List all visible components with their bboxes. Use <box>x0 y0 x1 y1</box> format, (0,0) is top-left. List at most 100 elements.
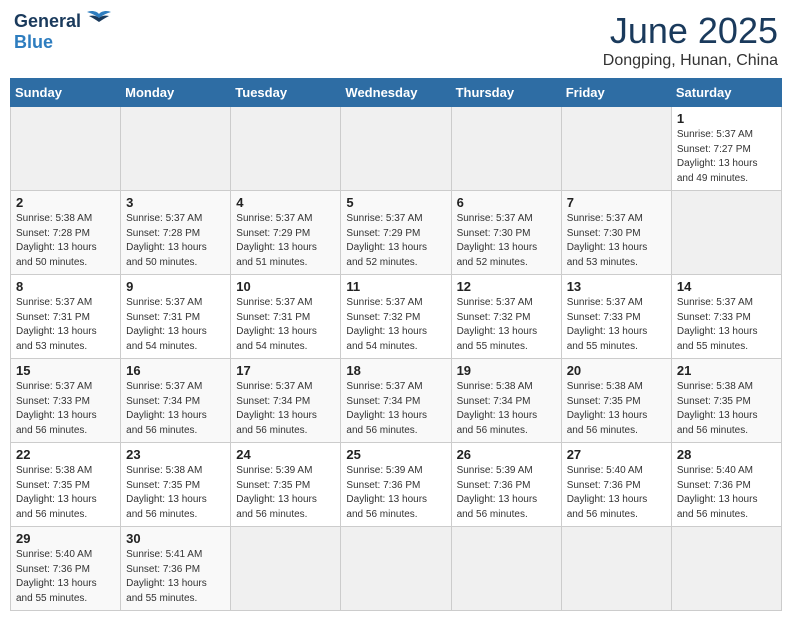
calendar-day-cell <box>231 527 341 611</box>
calendar-day-cell <box>121 107 231 191</box>
day-number: 11 <box>346 279 445 294</box>
calendar-day-cell: 28Sunrise: 5:40 AMSunset: 7:36 PMDayligh… <box>671 443 781 527</box>
day-number: 17 <box>236 363 335 378</box>
calendar-day-cell: 14Sunrise: 5:37 AMSunset: 7:33 PMDayligh… <box>671 275 781 359</box>
day-number: 8 <box>16 279 115 294</box>
day-info: Sunrise: 5:37 AMSunset: 7:29 PMDaylight:… <box>346 212 445 270</box>
day-info: Sunrise: 5:38 AMSunset: 7:28 PMDaylight:… <box>16 212 115 270</box>
day-number: 9 <box>126 279 225 294</box>
day-info: Sunrise: 5:38 AMSunset: 7:35 PMDaylight:… <box>567 380 666 438</box>
day-info: Sunrise: 5:37 AMSunset: 7:28 PMDaylight:… <box>126 212 225 270</box>
calendar-day-cell: 10Sunrise: 5:37 AMSunset: 7:31 PMDayligh… <box>231 275 341 359</box>
calendar-day-cell: 1 Sunrise: 5:37 AMSunset: 7:27 PMDaylight… <box>671 107 781 191</box>
calendar-day-cell: 24Sunrise: 5:39 AMSunset: 7:35 PMDayligh… <box>231 443 341 527</box>
calendar-day-cell: 7 Sunrise: 5:37 AMSunset: 7:30 PMDaylight… <box>561 191 671 275</box>
day-number: 14 <box>677 279 776 294</box>
calendar-day-cell <box>561 527 671 611</box>
day-number: 3 <box>126 195 225 210</box>
day-number: 12 <box>457 279 556 294</box>
calendar-day-cell <box>451 107 561 191</box>
day-info: Sunrise: 5:37 AMSunset: 7:31 PMDaylight:… <box>236 296 335 354</box>
logo-general-text: General <box>14 11 81 32</box>
calendar-day-cell <box>341 107 451 191</box>
day-info: Sunrise: 5:37 AMSunset: 7:30 PMDaylight:… <box>457 212 556 270</box>
calendar-day-cell: 11Sunrise: 5:37 AMSunset: 7:32 PMDayligh… <box>341 275 451 359</box>
calendar-day-cell: 12 Sunrise: 5:37 AMSunset: 7:32 PMDayligh… <box>451 275 561 359</box>
day-info: Sunrise: 5:40 AMSunset: 7:36 PMDaylight:… <box>677 464 776 522</box>
day-number: 23 <box>126 447 225 462</box>
calendar-body: 1 Sunrise: 5:37 AMSunset: 7:27 PMDaylight… <box>11 107 782 611</box>
day-info: Sunrise: 5:39 AMSunset: 7:36 PMDaylight:… <box>457 464 556 522</box>
day-number: 16 <box>126 363 225 378</box>
calendar-day-cell: 22 Sunrise: 5:38 AMSunset: 7:35 PMDayligh… <box>11 443 121 527</box>
day-number: 18 <box>346 363 445 378</box>
calendar-day-cell: 21 Sunrise: 5:38 AMSunset: 7:35 PMDayligh… <box>671 359 781 443</box>
calendar-day-cell <box>231 107 341 191</box>
logo: General Blue <box>14 10 113 53</box>
day-number: 1 <box>677 111 776 126</box>
day-info: Sunrise: 5:40 AMSunset: 7:36 PMDaylight:… <box>16 548 115 606</box>
day-number: 20 <box>567 363 666 378</box>
day-number: 2 <box>16 195 115 210</box>
day-info: Sunrise: 5:37 AMSunset: 7:34 PMDaylight:… <box>236 380 335 438</box>
calendar-day-cell <box>341 527 451 611</box>
day-info: Sunrise: 5:39 AMSunset: 7:36 PMDaylight:… <box>346 464 445 522</box>
title-block: June 2025 Dongping, Hunan, China <box>603 10 778 70</box>
day-number: 21 <box>677 363 776 378</box>
day-info: Sunrise: 5:37 AMSunset: 7:33 PMDaylight:… <box>16 380 115 438</box>
day-info: Sunrise: 5:37 AMSunset: 7:31 PMDaylight:… <box>16 296 115 354</box>
calendar-day-cell: 17 Sunrise: 5:37 AMSunset: 7:34 PMDayligh… <box>231 359 341 443</box>
day-info: Sunrise: 5:38 AMSunset: 7:34 PMDaylight:… <box>457 380 556 438</box>
day-info: Sunrise: 5:37 AMSunset: 7:30 PMDaylight:… <box>567 212 666 270</box>
day-number: 19 <box>457 363 556 378</box>
calendar-day-cell: 4Sunrise: 5:37 AMSunset: 7:29 PMDaylight… <box>231 191 341 275</box>
location: Dongping, Hunan, China <box>603 52 778 70</box>
weekday-header-row: SundayMondayTuesdayWednesdayThursdayFrid… <box>11 79 782 107</box>
calendar-day-cell <box>671 191 781 275</box>
calendar-week-row: 8 Sunrise: 5:37 AMSunset: 7:31 PMDaylight… <box>11 275 782 359</box>
calendar-day-cell: 27Sunrise: 5:40 AMSunset: 7:36 PMDayligh… <box>561 443 671 527</box>
calendar-day-cell <box>561 107 671 191</box>
calendar-day-cell: 20 Sunrise: 5:38 AMSunset: 7:35 PMDayligh… <box>561 359 671 443</box>
day-info: Sunrise: 5:37 AMSunset: 7:34 PMDaylight:… <box>126 380 225 438</box>
calendar-day-cell: 19 Sunrise: 5:38 AMSunset: 7:34 PMDayligh… <box>451 359 561 443</box>
calendar-week-row: 15Sunrise: 5:37 AMSunset: 7:33 PMDayligh… <box>11 359 782 443</box>
day-number: 7 <box>567 195 666 210</box>
calendar-day-cell: 16 Sunrise: 5:37 AMSunset: 7:34 PMDayligh… <box>121 359 231 443</box>
calendar-day-cell: 3 Sunrise: 5:37 AMSunset: 7:28 PMDaylight… <box>121 191 231 275</box>
day-number: 22 <box>16 447 115 462</box>
day-info: Sunrise: 5:38 AMSunset: 7:35 PMDaylight:… <box>126 464 225 522</box>
day-info: Sunrise: 5:37 AMSunset: 7:34 PMDaylight:… <box>346 380 445 438</box>
day-info: Sunrise: 5:38 AMSunset: 7:35 PMDaylight:… <box>16 464 115 522</box>
weekday-header-cell: Friday <box>561 79 671 107</box>
calendar-week-row: 2 Sunrise: 5:38 AMSunset: 7:28 PMDaylight… <box>11 191 782 275</box>
month-title: June 2025 <box>603 10 778 52</box>
day-info: Sunrise: 5:38 AMSunset: 7:35 PMDaylight:… <box>677 380 776 438</box>
weekday-header-cell: Wednesday <box>341 79 451 107</box>
day-number: 27 <box>567 447 666 462</box>
calendar-day-cell <box>671 527 781 611</box>
day-info: Sunrise: 5:41 AMSunset: 7:36 PMDaylight:… <box>126 548 225 606</box>
day-number: 25 <box>346 447 445 462</box>
day-number: 26 <box>457 447 556 462</box>
calendar-day-cell: 29 Sunrise: 5:40 AMSunset: 7:36 PMDayligh… <box>11 527 121 611</box>
weekday-header-cell: Monday <box>121 79 231 107</box>
day-info: Sunrise: 5:37 AMSunset: 7:33 PMDaylight:… <box>567 296 666 354</box>
calendar-day-cell: 6Sunrise: 5:37 AMSunset: 7:30 PMDaylight… <box>451 191 561 275</box>
calendar-day-cell: 2 Sunrise: 5:38 AMSunset: 7:28 PMDaylight… <box>11 191 121 275</box>
day-number: 30 <box>126 531 225 546</box>
calendar-day-cell: 15Sunrise: 5:37 AMSunset: 7:33 PMDayligh… <box>11 359 121 443</box>
weekday-header-cell: Thursday <box>451 79 561 107</box>
calendar-day-cell: 13 Sunrise: 5:37 AMSunset: 7:33 PMDayligh… <box>561 275 671 359</box>
calendar-day-cell: 30 Sunrise: 5:41 AMSunset: 7:36 PMDayligh… <box>121 527 231 611</box>
weekday-header-cell: Tuesday <box>231 79 341 107</box>
day-number: 29 <box>16 531 115 546</box>
calendar-day-cell: 23 Sunrise: 5:38 AMSunset: 7:35 PMDayligh… <box>121 443 231 527</box>
day-info: Sunrise: 5:39 AMSunset: 7:35 PMDaylight:… <box>236 464 335 522</box>
day-number: 5 <box>346 195 445 210</box>
day-info: Sunrise: 5:37 AMSunset: 7:27 PMDaylight:… <box>677 128 776 186</box>
calendar-week-row: 1 Sunrise: 5:37 AMSunset: 7:27 PMDaylight… <box>11 107 782 191</box>
day-number: 13 <box>567 279 666 294</box>
day-info: Sunrise: 5:37 AMSunset: 7:32 PMDaylight:… <box>457 296 556 354</box>
calendar-day-cell <box>11 107 121 191</box>
